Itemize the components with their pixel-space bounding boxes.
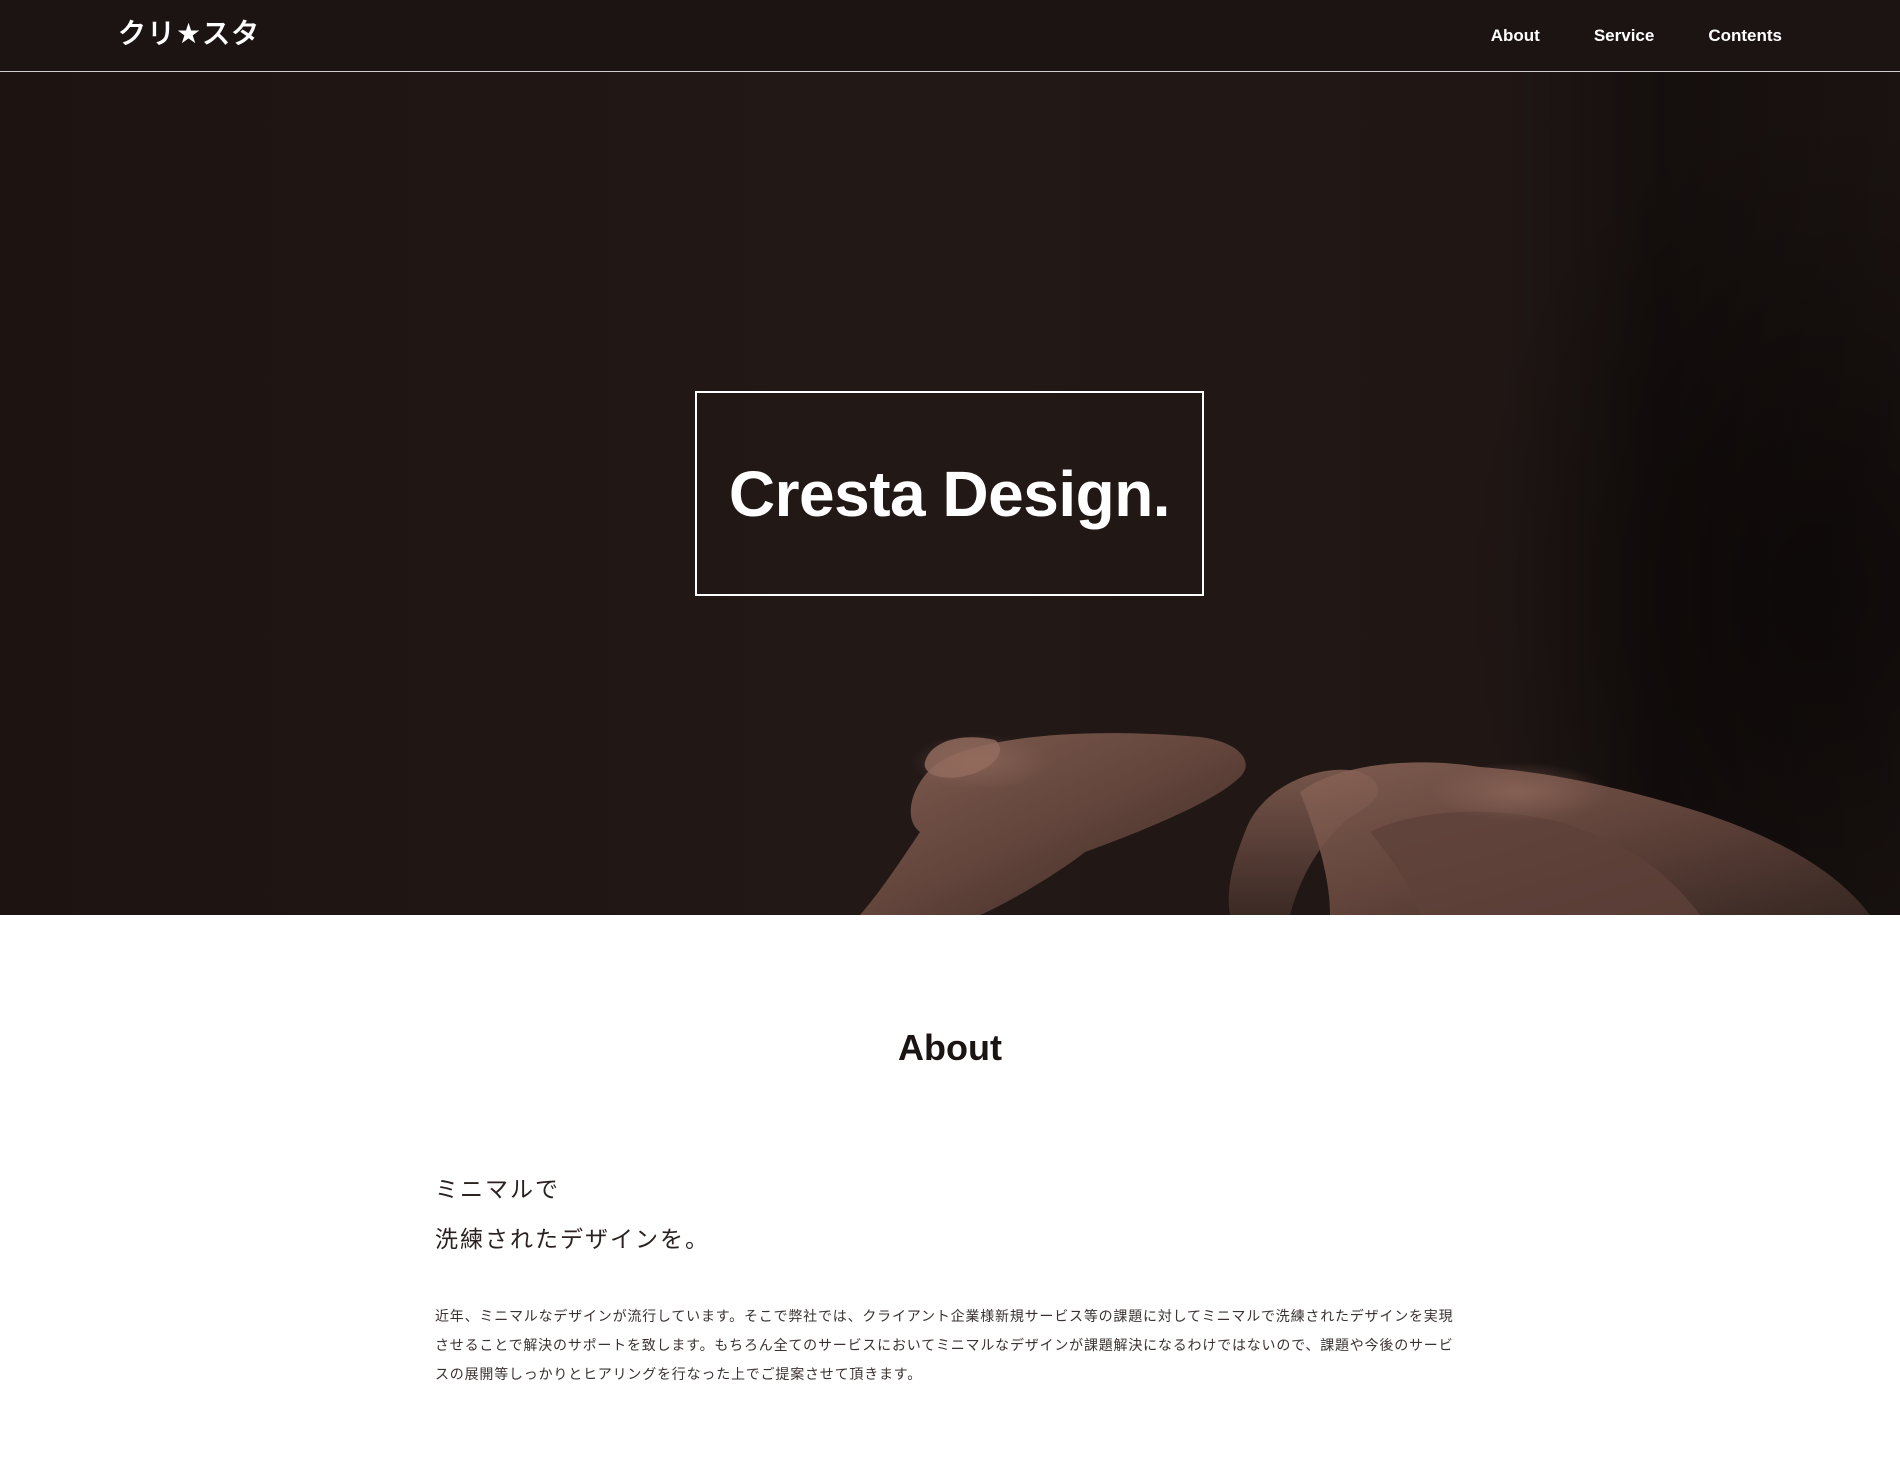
main-nav: About Service Contents — [1491, 0, 1782, 72]
nav-link-service[interactable]: Service — [1594, 26, 1655, 46]
about-section: About ミニマルで 洗練されたデザインを。 近年、ミニマルなデザインが流行し… — [0, 915, 1900, 1476]
about-lead: ミニマルで 洗練されたデザインを。 — [435, 1165, 710, 1265]
hero-title-box: Cresta Design. — [695, 391, 1204, 596]
hero-title: Cresta Design. — [728, 457, 1171, 530]
hero-section: Cresta Design. — [0, 72, 1900, 915]
about-lead-line-2: 洗練されたデザインを。 — [435, 1227, 710, 1253]
about-body-text: 近年、ミニマルなデザインが流行しています。そこで弊社では、クライアント企業様新規… — [435, 1309, 1454, 1383]
nav-link-about[interactable]: About — [1491, 26, 1540, 46]
site-logo[interactable]: クリ★スタ — [118, 14, 260, 54]
site-header: クリ★スタ About Service Contents — [0, 0, 1900, 72]
about-heading: About — [898, 1027, 1002, 1068]
nav-link-contents[interactable]: Contents — [1708, 26, 1782, 46]
about-lead-line-1: ミニマルで — [435, 1177, 560, 1203]
